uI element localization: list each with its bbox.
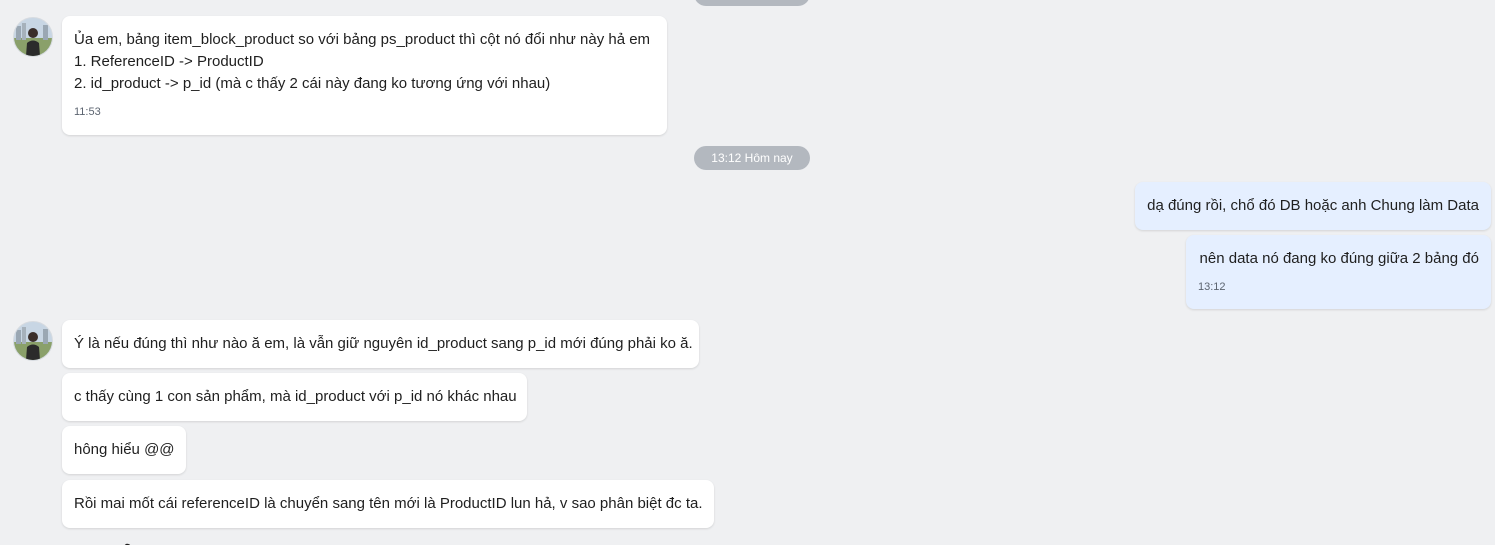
message-text: hông hiểu @@: [74, 441, 175, 458]
message-bubble-other[interactable]: hông hiểu @@: [62, 426, 186, 474]
sender-avatar[interactable]: [13, 17, 53, 57]
message-text: 2. id_product -> p_id (mà c thấy 2 cái n…: [74, 75, 551, 92]
message-text: Ý là nếu đúng thì như nào ă em, là vẫn g…: [74, 335, 693, 352]
message-text: dạ đúng rồi, chổ đó DB hoặc anh Chung là…: [1147, 197, 1479, 214]
message-time: 11:53: [74, 106, 101, 118]
message-bubble-me[interactable]: dạ đúng rồi, chổ đó DB hoặc anh Chung là…: [1135, 182, 1491, 230]
message-text: Ủa em, bảng item_block_product so với bả…: [74, 31, 651, 48]
avatar-photo-icon: [14, 322, 52, 360]
message-time: 13:12: [1198, 281, 1226, 293]
message-text: c thấy cùng 1 con sản phẩm, mà id_produc…: [74, 388, 517, 405]
chat-message-list[interactable]: Ủa em, bảng item_block_product so với bả…: [0, 0, 1495, 545]
message-text: Rồi mai mốt cái referenceID là chuyển sa…: [74, 495, 703, 512]
avatar-photo-icon: [14, 18, 52, 56]
next-message-partial: [98, 537, 138, 545]
message-text: nên data nó đang ko đúng giữa 2 bảng đó: [1199, 250, 1479, 267]
message-bubble-other[interactable]: Rồi mai mốt cái referenceID là chuyển sa…: [62, 480, 714, 528]
message-text: 1. ReferenceID -> ProductID: [74, 53, 264, 70]
sender-avatar[interactable]: [13, 321, 53, 361]
date-divider-partial: [694, 0, 810, 6]
message-bubble-other[interactable]: c thấy cùng 1 con sản phẩm, mà id_produc…: [62, 373, 527, 421]
message-bubble-other[interactable]: Ý là nếu đúng thì như nào ă em, là vẫn g…: [62, 320, 699, 368]
date-divider: 13:12 Hôm nay: [694, 146, 810, 170]
message-bubble-me[interactable]: nên data nó đang ko đúng giữa 2 bảng đó …: [1186, 235, 1491, 309]
message-bubble-other[interactable]: Ủa em, bảng item_block_product so với bả…: [62, 16, 667, 135]
